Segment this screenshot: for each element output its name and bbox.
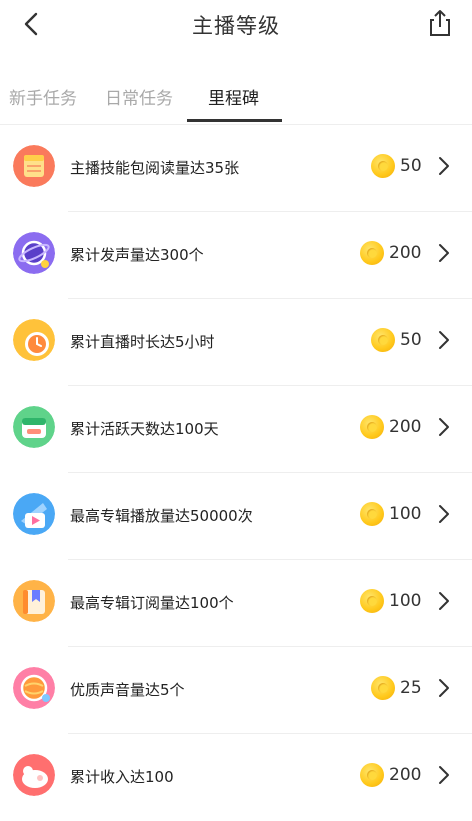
chevron-right-icon: [439, 679, 449, 697]
reward-amount: 25: [400, 678, 422, 698]
share-icon[interactable]: [426, 8, 454, 38]
chevron-right-icon: [439, 157, 449, 175]
coin-icon: [371, 154, 395, 178]
page-title: 主播等级: [192, 14, 280, 38]
skill-book-icon: [13, 145, 55, 187]
quality-voice-icon: [13, 667, 55, 709]
planet-voice-icon: [13, 232, 55, 274]
task-label: 累计直播时长达5小时: [70, 333, 215, 351]
list-item[interactable]: 累计直播时长达5小时 50: [0, 299, 472, 386]
task-label: 最高专辑订阅量达100个: [70, 594, 234, 612]
list-item[interactable]: 最高专辑订阅量达100个 100: [0, 560, 472, 647]
task-label: 累计活跃天数达100天: [70, 420, 219, 438]
tab-milestone[interactable]: 里程碑: [208, 84, 259, 109]
task-label: 最高专辑播放量达50000次: [70, 507, 253, 525]
list-item[interactable]: 优质声音量达5个 25: [0, 647, 472, 734]
chevron-right-icon: [439, 331, 449, 349]
coin-icon: [360, 241, 384, 265]
reward-amount: 200: [389, 417, 422, 437]
coin-icon: [360, 763, 384, 787]
coin-icon: [371, 676, 395, 700]
chevron-right-icon: [439, 505, 449, 523]
header: 主播等级: [0, 0, 472, 50]
bookmark-icon: [13, 580, 55, 622]
list-item[interactable]: 累计发声量达300个 200: [0, 212, 472, 299]
coin-icon: [360, 502, 384, 526]
task-label: 主播技能包阅读量达35张: [70, 159, 240, 177]
tab-indicator: [187, 119, 282, 122]
task-label: 累计收入达100: [70, 768, 174, 786]
reward-amount: 100: [389, 504, 422, 524]
tab-newbie[interactable]: 新手任务: [9, 84, 77, 109]
task-label: 累计发声量达300个: [70, 246, 204, 264]
calendar-icon: [13, 406, 55, 448]
reward-amount: 200: [389, 765, 422, 785]
tab-daily[interactable]: 日常任务: [105, 84, 173, 109]
milestone-list: 主播技能包阅读量达35张 50 累计发声量达300个 200 累计直播时长达5小…: [0, 125, 472, 821]
chevron-right-icon: [439, 766, 449, 784]
list-item[interactable]: 主播技能包阅读量达35张 50: [0, 125, 472, 212]
play-icon: [13, 493, 55, 535]
list-item[interactable]: 累计收入达100 200: [0, 734, 472, 821]
coin-icon: [360, 415, 384, 439]
coin-icon: [360, 589, 384, 613]
reward-amount: 50: [400, 156, 422, 176]
task-label: 优质声音量达5个: [70, 681, 185, 699]
chevron-right-icon: [439, 418, 449, 436]
chevron-right-icon: [439, 592, 449, 610]
list-item[interactable]: 累计活跃天数达100天 200: [0, 386, 472, 473]
reward-amount: 100: [389, 591, 422, 611]
chevron-right-icon: [439, 244, 449, 262]
tab-bar: 新手任务 日常任务 里程碑: [0, 72, 472, 124]
clock-icon: [13, 319, 55, 361]
income-icon: [13, 754, 55, 796]
list-item[interactable]: 最高专辑播放量达50000次 100: [0, 473, 472, 560]
coin-icon: [371, 328, 395, 352]
reward-amount: 200: [389, 243, 422, 263]
reward-amount: 50: [400, 330, 422, 350]
